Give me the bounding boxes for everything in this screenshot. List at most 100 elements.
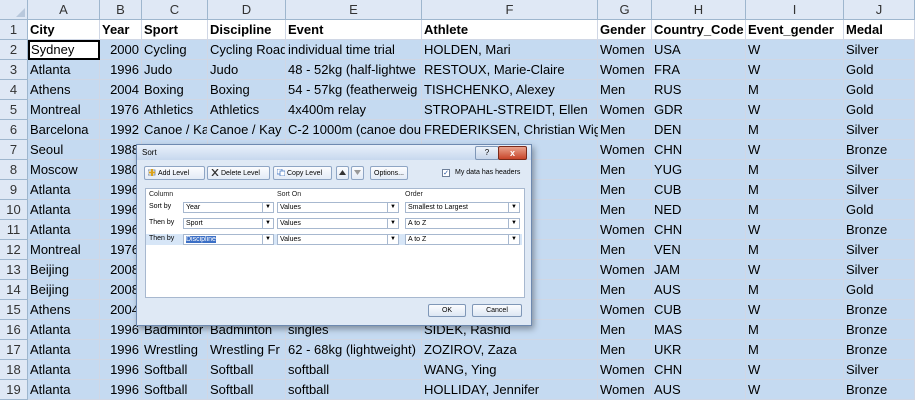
cell-athlete[interactable]: WANG, Ying [422, 360, 598, 380]
cell-medal[interactable]: Gold [844, 100, 915, 120]
cell-country-code[interactable]: CHN [652, 140, 746, 160]
cell-country-code[interactable]: FRA [652, 60, 746, 80]
cell-event-gender[interactable]: M [746, 200, 844, 220]
cell-city[interactable]: Atlanta [28, 340, 100, 360]
cell-city[interactable]: Moscow [28, 160, 100, 180]
cell-event-gender[interactable]: W [746, 220, 844, 240]
cell-sport[interactable]: Boxing [142, 80, 208, 100]
copy-level-button[interactable]: Copy Level [273, 166, 332, 180]
cell-city[interactable]: Atlanta [28, 180, 100, 200]
cell-athlete[interactable]: FREDERIKSEN, Christian Wige [422, 120, 608, 140]
sort-level-2[interactable]: Then by Sport ▼ Values ▼ A to Z ▼ [146, 218, 522, 229]
cell-country-code[interactable]: JAM [652, 260, 746, 280]
cell-medal[interactable]: Silver [844, 240, 915, 260]
cell-year[interactable]: 2004 [100, 80, 142, 100]
header-country-code[interactable]: Country_Code [652, 20, 746, 40]
cell-event[interactable]: softball [286, 380, 422, 400]
column-header-j[interactable]: J [844, 0, 915, 20]
header-year[interactable]: Year [100, 20, 142, 40]
cell-city[interactable]: Atlanta [28, 220, 100, 240]
cell-city[interactable]: Montreal [28, 240, 100, 260]
row-header[interactable]: 18 [0, 360, 28, 380]
ok-button[interactable]: OK [428, 304, 466, 317]
cell-discipline[interactable]: Cycling Road [208, 40, 286, 60]
header-gender[interactable]: Gender [598, 20, 652, 40]
cell-sport[interactable]: Canoe / Ka [142, 120, 208, 140]
cell-city[interactable]: Beijing [28, 260, 100, 280]
column-header-c[interactable]: C [142, 0, 208, 20]
cell-event[interactable]: 62 - 68kg (lightweight) [286, 340, 422, 360]
headers-checkbox[interactable]: ✓ [442, 169, 450, 177]
cell-country-code[interactable]: CHN [652, 220, 746, 240]
cell-discipline[interactable]: Canoe / Kay [208, 120, 286, 140]
cell-athlete[interactable]: TISHCHENKO, Alexey [422, 80, 598, 100]
cell-event-gender[interactable]: W [746, 40, 844, 60]
cell-event-gender[interactable]: W [746, 380, 844, 400]
cell-gender[interactable]: Men [598, 320, 652, 340]
header-sport[interactable]: Sport [142, 20, 208, 40]
cell-gender[interactable]: Men [598, 160, 652, 180]
cell-medal[interactable]: Bronze [844, 140, 915, 160]
cell-gender[interactable]: Women [598, 40, 652, 60]
cell-year[interactable]: 1996 [100, 60, 142, 80]
cell-gender[interactable]: Men [598, 80, 652, 100]
cell-gender[interactable]: Women [598, 300, 652, 320]
cell-event[interactable]: individual time trial [286, 40, 422, 60]
header-event[interactable]: Event [286, 20, 422, 40]
header-athlete[interactable]: Athlete [422, 20, 598, 40]
cell-gender[interactable]: Men [598, 120, 652, 140]
column-header-h[interactable]: H [652, 0, 746, 20]
order-select[interactable]: A to Z ▼ [405, 218, 520, 229]
cell-event-gender[interactable]: W [746, 60, 844, 80]
cell-event-gender[interactable]: M [746, 120, 844, 140]
help-button[interactable]: ? [475, 146, 499, 160]
sort-level-1[interactable]: Sort by Year ▼ Values ▼ Smallest to Larges… [146, 202, 522, 213]
header-event-gender[interactable]: Event_gender [746, 20, 844, 40]
cell-country-code[interactable]: CUB [652, 180, 746, 200]
cell-athlete[interactable]: HOLDEN, Mari [422, 40, 598, 60]
cell-event-gender[interactable]: M [746, 80, 844, 100]
cell-city[interactable]: Atlanta [28, 60, 100, 80]
sort-on-select[interactable]: Values ▼ [277, 234, 399, 245]
cell-gender[interactable]: Women [598, 60, 652, 80]
cell-event-gender[interactable]: W [746, 100, 844, 120]
move-down-button[interactable] [351, 166, 364, 180]
cell-athlete[interactable]: ZOZIROV, Zaza [422, 340, 598, 360]
cell-sport[interactable]: Wrestling [142, 340, 208, 360]
sort-on-select[interactable]: Values ▼ [277, 218, 399, 229]
cell-gender[interactable]: Women [598, 100, 652, 120]
column-header-a[interactable]: A [28, 0, 100, 20]
column-header-b[interactable]: B [100, 0, 142, 20]
cell-gender[interactable]: Women [598, 360, 652, 380]
cell-event[interactable]: C-2 1000m (canoe dou [286, 120, 422, 140]
row-header[interactable]: 16 [0, 320, 28, 340]
cancel-button[interactable]: Cancel [472, 304, 522, 317]
cell-year[interactable]: 1996 [100, 340, 142, 360]
cell-discipline[interactable]: Softball [208, 380, 286, 400]
cell-city[interactable]: Montreal [28, 100, 100, 120]
cell-gender[interactable]: Women [598, 380, 652, 400]
cell-medal[interactable]: Silver [844, 160, 915, 180]
cell-medal[interactable]: Bronze [844, 300, 915, 320]
cell-country-code[interactable]: UKR [652, 340, 746, 360]
column-header-g[interactable]: G [598, 0, 652, 20]
row-header[interactable]: 17 [0, 340, 28, 360]
row-header[interactable]: 13 [0, 260, 28, 280]
cell-discipline[interactable]: Wrestling Fr [208, 340, 286, 360]
select-all-corner[interactable] [0, 0, 28, 20]
cell-event-gender[interactable]: W [746, 300, 844, 320]
cell-country-code[interactable]: CHN [652, 360, 746, 380]
cell-event-gender[interactable]: M [746, 180, 844, 200]
cell-sport[interactable]: Judo [142, 60, 208, 80]
row-header[interactable]: 5 [0, 100, 28, 120]
cell-medal[interactable]: Silver [844, 40, 915, 60]
row-header[interactable]: 9 [0, 180, 28, 200]
row-header[interactable]: 7 [0, 140, 28, 160]
row-header[interactable]: 11 [0, 220, 28, 240]
row-header[interactable]: 6 [0, 120, 28, 140]
column-select[interactable]: Year ▼ [183, 202, 274, 213]
cell-event-gender[interactable]: W [746, 140, 844, 160]
cell-sport[interactable]: Cycling [142, 40, 208, 60]
sort-on-select[interactable]: Values ▼ [277, 202, 399, 213]
cell-event-gender[interactable]: M [746, 320, 844, 340]
